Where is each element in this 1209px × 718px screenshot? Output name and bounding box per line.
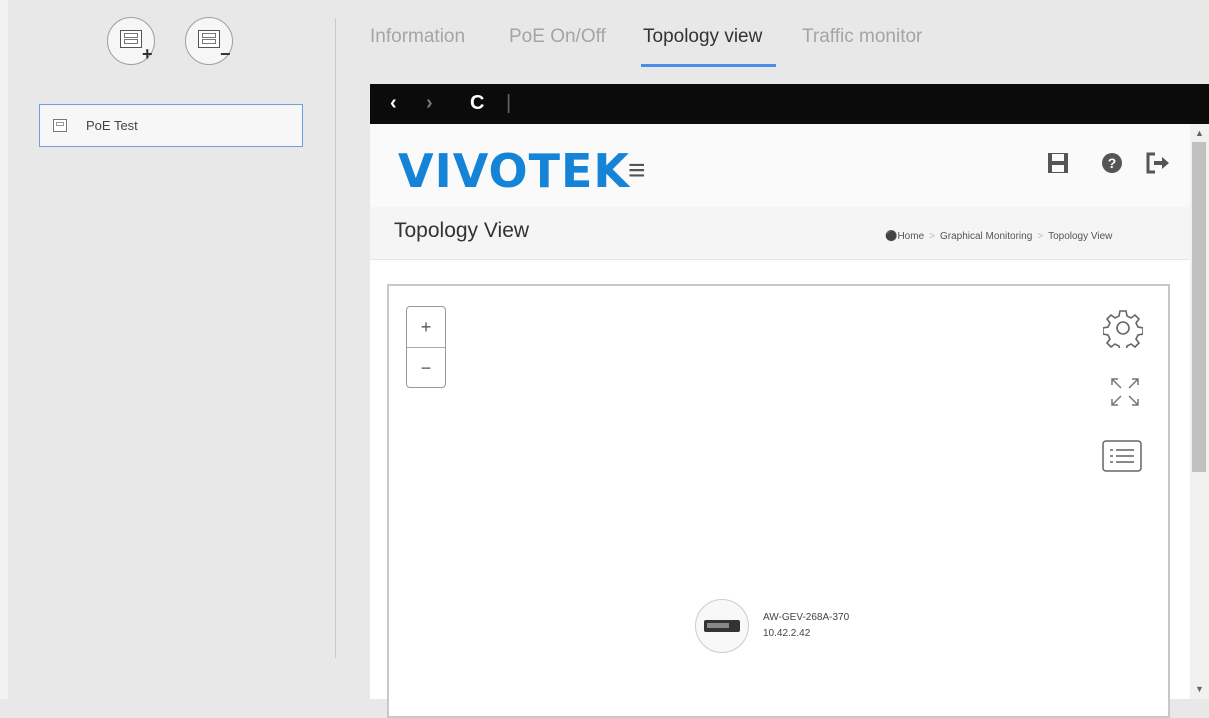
fullscreen-icon[interactable]: [1107, 374, 1143, 415]
scrollbar-thumb[interactable]: [1192, 142, 1206, 472]
scroll-down-icon[interactable]: ▼: [1195, 684, 1204, 694]
tab-traffic-monitor[interactable]: Traffic monitor: [802, 26, 922, 48]
remove-device-button[interactable]: −: [185, 17, 233, 65]
switch-icon: [120, 30, 142, 48]
panel-divider: [335, 18, 336, 658]
page-title: Topology View: [394, 219, 530, 242]
list-icon[interactable]: [1102, 440, 1142, 477]
minus-icon: −: [220, 44, 231, 64]
gear-icon[interactable]: [1102, 308, 1144, 353]
page-title-bar: Topology View ⚫Home > Graphical Monitoring…: [370, 207, 1190, 260]
device-label: PoE Test: [86, 118, 138, 133]
page-header: VIVOTEK ≡ ?: [370, 124, 1190, 207]
active-tab-indicator: [641, 64, 776, 67]
tab-poe-on-off[interactable]: PoE On/Off: [509, 26, 606, 48]
home-icon: ⚫: [885, 231, 898, 242]
logout-icon[interactable]: [1145, 152, 1171, 181]
browser-toolbar: ‹ › C |: [370, 84, 1209, 124]
breadcrumb-separator: >: [929, 231, 935, 242]
device-list-item[interactable]: PoE Test: [39, 104, 303, 147]
help-icon[interactable]: ?: [1101, 152, 1123, 181]
scroll-up-icon[interactable]: ▲: [1195, 128, 1204, 138]
vertical-scrollbar[interactable]: ▲ ▼: [1190, 124, 1209, 699]
vivotek-logo: VIVOTEK: [398, 144, 631, 198]
node-ip: 10.42.2.42: [763, 628, 811, 639]
forward-icon[interactable]: ›: [426, 92, 433, 115]
switch-icon: [53, 119, 67, 132]
zoom-out-button[interactable]: −: [407, 348, 445, 388]
node-label: AW-GEV-268A-370 10.42.2.42: [763, 610, 849, 642]
back-icon[interactable]: ‹: [390, 92, 397, 115]
device-panel: + − PoE Test: [8, 0, 335, 699]
plus-icon: +: [142, 44, 153, 64]
breadcrumb-graphical-monitoring[interactable]: Graphical Monitoring: [940, 231, 1032, 242]
switch-icon: [704, 620, 740, 632]
tab-information[interactable]: Information: [370, 26, 465, 48]
zoom-in-button[interactable]: +: [407, 307, 445, 347]
breadcrumb-home[interactable]: Home: [897, 231, 924, 242]
save-icon[interactable]: [1047, 152, 1069, 181]
svg-text:?: ?: [1108, 155, 1117, 171]
zoom-control: + −: [406, 306, 446, 388]
topology-canvas[interactable]: + − AW-GEV-268A-370 10.42.2.42: [387, 284, 1170, 718]
tab-topology-view[interactable]: Topology view: [643, 26, 762, 48]
embedded-browser: ‹ › C | VIVOTEK ≡ ? Topology View ⚫Home >…: [370, 84, 1209, 718]
hamburger-menu-icon[interactable]: ≡: [628, 154, 646, 188]
refresh-icon[interactable]: C: [470, 92, 484, 115]
node-name: AW-GEV-268A-370: [763, 612, 850, 623]
switch-icon: [198, 30, 220, 48]
breadcrumb-separator: >: [1037, 231, 1044, 242]
breadcrumb-topology-view: Topology View: [1048, 231, 1113, 242]
add-device-button[interactable]: +: [107, 17, 155, 65]
toolbar-separator: |: [506, 92, 512, 114]
switch-node[interactable]: [695, 599, 749, 653]
breadcrumb: ⚫Home > Graphical Monitoring > Topology View: [885, 231, 1112, 242]
window-edge: [0, 0, 8, 699]
